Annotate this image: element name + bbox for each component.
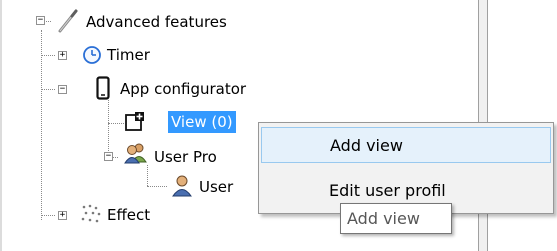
context-menu: Add view Edit user profil bbox=[258, 122, 554, 214]
tree-node-label: Effect bbox=[107, 206, 151, 224]
collapse-toggle[interactable]: − bbox=[104, 152, 113, 161]
tree-node-effect[interactable]: Effect bbox=[104, 203, 153, 227]
tree-node-advanced-features[interactable]: Advanced features bbox=[83, 10, 230, 34]
tree-connector bbox=[41, 89, 55, 91]
tree-connector bbox=[147, 186, 167, 188]
wand-icon bbox=[58, 9, 78, 33]
view-add-icon bbox=[125, 112, 144, 131]
tooltip-text: Add view bbox=[347, 209, 420, 228]
users-icon bbox=[124, 143, 147, 164]
user-icon bbox=[172, 175, 192, 197]
tree-connector bbox=[108, 123, 124, 125]
tree-node-label: View (0) bbox=[168, 111, 236, 133]
collapse-toggle[interactable]: − bbox=[58, 85, 67, 94]
tree-connector bbox=[41, 30, 43, 220]
tree-node-label: User Pro bbox=[154, 148, 217, 166]
tree-node-label: Advanced features bbox=[86, 13, 227, 31]
tree-node-user[interactable]: User bbox=[196, 175, 236, 199]
tree-connector bbox=[41, 215, 55, 217]
tree-connector bbox=[41, 55, 55, 57]
tree-node-label: App configurator bbox=[120, 80, 247, 98]
tree-border bbox=[0, 0, 2, 251]
tree-node-user-profiles[interactable]: User Pro bbox=[151, 145, 220, 169]
menu-item-add-view[interactable]: Add view bbox=[261, 127, 551, 163]
expand-toggle[interactable]: + bbox=[58, 211, 67, 220]
tree-node-label: User bbox=[199, 178, 234, 196]
expand-toggle[interactable]: + bbox=[58, 51, 67, 60]
tree-node-view[interactable]: View (0) bbox=[168, 110, 236, 134]
tree-connector bbox=[147, 165, 149, 186]
menu-item-label: Add view bbox=[330, 136, 403, 155]
collapse-toggle[interactable]: − bbox=[36, 16, 45, 25]
phone-icon bbox=[96, 76, 110, 100]
tooltip: Add view bbox=[340, 203, 452, 234]
clock-icon bbox=[83, 46, 101, 64]
tree-node-label: Timer bbox=[107, 46, 150, 64]
sparkle-effect-icon bbox=[81, 204, 101, 223]
tree-node-timer[interactable]: Timer bbox=[104, 43, 153, 67]
tree-connector bbox=[108, 100, 110, 157]
tree-node-app-configurator[interactable]: App configurator bbox=[117, 77, 249, 101]
